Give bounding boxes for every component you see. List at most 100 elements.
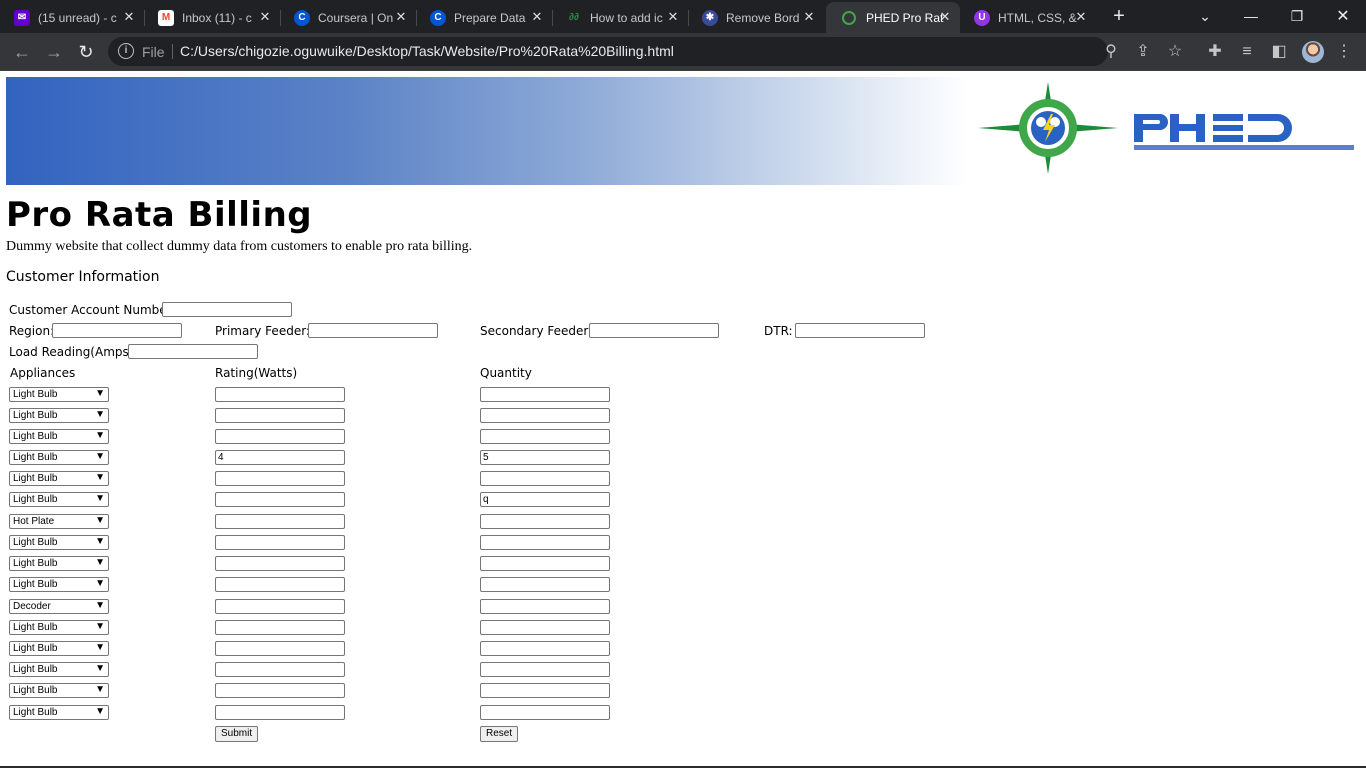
appliance-select[interactable]: Light Bulb ▼ — [9, 705, 109, 720]
close-icon[interactable]: ✕ — [122, 10, 136, 24]
rating-field[interactable] — [215, 387, 345, 402]
rating-field[interactable] — [215, 429, 345, 444]
extensions-icon[interactable]: ✚ — [1205, 42, 1225, 62]
tab-gmail[interactable]: M Inbox (11) - c ✕ — [144, 2, 281, 33]
appliance-select[interactable]: Light Bulb ▼ — [9, 577, 109, 592]
submit-button[interactable]: Submit — [215, 726, 259, 742]
quantity-field[interactable] — [480, 705, 610, 720]
quantity-field[interactable] — [480, 387, 610, 402]
quantity-field[interactable] — [480, 641, 610, 656]
rating-field[interactable] — [215, 662, 345, 677]
quantity-field[interactable] — [480, 620, 610, 635]
close-icon[interactable]: ✕ — [938, 10, 952, 24]
rating-field[interactable] — [215, 577, 345, 592]
omnibox-divider — [172, 44, 173, 59]
menu-kebab-icon[interactable]: ⋮ — [1334, 42, 1354, 62]
close-icon[interactable]: ✕ — [394, 10, 408, 24]
tab-yahoo-mail[interactable]: ✉ (15 unread) - c ✕ — [0, 2, 145, 33]
rating-field[interactable] — [215, 705, 345, 720]
load-reading-label: Load Reading(Amps): — [9, 345, 138, 359]
quantity-field[interactable] — [480, 514, 610, 529]
quantity-field[interactable] — [480, 662, 610, 677]
appliance-select[interactable]: Light Bulb ▼ — [9, 683, 109, 698]
minimize-icon[interactable]: — — [1228, 0, 1274, 32]
quantity-field[interactable] — [480, 683, 610, 698]
appliance-select[interactable]: Light Bulb ▼ — [9, 450, 109, 465]
primary-feeder-label: Primary Feeder: — [215, 324, 310, 338]
close-icon[interactable]: ✕ — [1074, 10, 1088, 24]
load-reading-field[interactable] — [128, 344, 258, 359]
profile-avatar[interactable] — [1302, 41, 1324, 63]
appliance-select[interactable]: Light Bulb ▼ — [9, 620, 109, 635]
tab-w3[interactable]: U HTML, CSS, & ✕ — [960, 2, 1096, 33]
section-title: Customer Information — [6, 269, 160, 285]
reset-button[interactable]: Reset — [480, 726, 519, 742]
restore-icon[interactable]: ❐ — [1274, 0, 1320, 32]
quantity-field[interactable] — [480, 535, 610, 550]
back-icon[interactable]: ← — [10, 40, 34, 64]
rating-field[interactable] — [215, 620, 345, 635]
quantity-field[interactable]: 5 — [480, 450, 610, 465]
appliance-select[interactable]: Light Bulb ▼ — [9, 641, 109, 656]
rating-field[interactable]: 4 — [215, 450, 345, 465]
rating-field[interactable] — [215, 492, 345, 507]
appliance-select[interactable]: Light Bulb ▼ — [9, 408, 109, 423]
appliance-select[interactable]: Light Bulb ▼ — [9, 387, 109, 402]
info-icon[interactable]: i — [118, 43, 134, 59]
tab-search-chevron-icon[interactable]: ⌄ — [1182, 0, 1228, 32]
rating-field[interactable] — [215, 514, 345, 529]
tab-coursera-prepare[interactable]: C Prepare Data ✕ — [416, 2, 553, 33]
appliance-select[interactable]: Decoder ▼ — [9, 599, 109, 614]
close-window-icon[interactable]: ✕ — [1320, 0, 1366, 32]
url-text[interactable]: C:/Users/chigozie.oguwuike/Desktop/Task/… — [180, 43, 674, 59]
rating-field[interactable] — [215, 683, 345, 698]
reload-icon[interactable]: ↻ — [74, 40, 98, 64]
quantity-field[interactable] — [480, 408, 610, 423]
rating-field[interactable] — [215, 599, 345, 614]
rating-field[interactable] — [215, 471, 345, 486]
rating-field[interactable] — [215, 641, 345, 656]
close-icon[interactable]: ✕ — [530, 10, 544, 24]
tab-phed-active[interactable]: PHED Pro Rat ✕ — [826, 2, 960, 33]
share-icon[interactable]: ⇪ — [1133, 42, 1153, 62]
close-icon[interactable]: ✕ — [802, 10, 816, 24]
forward-icon[interactable]: → — [42, 40, 66, 64]
quantity-field[interactable] — [480, 471, 610, 486]
appliance-select-value: Light Bulb — [13, 579, 58, 590]
secondary-feeder-field[interactable] — [589, 323, 719, 338]
dtr-field[interactable] — [795, 323, 925, 338]
close-icon[interactable]: ✕ — [258, 10, 272, 24]
appliance-select[interactable]: Light Bulb ▼ — [9, 556, 109, 571]
tab-remove-border[interactable]: ✱ Remove Bord ✕ — [688, 2, 824, 33]
appliance-select-value: Light Bulb — [13, 643, 58, 654]
media-control-icon[interactable]: ≡ — [1237, 42, 1257, 62]
appliance-select[interactable]: Hot Plate ▼ — [9, 514, 109, 529]
close-icon[interactable]: ✕ — [666, 10, 680, 24]
tab-coursera[interactable]: C Coursera | On ✕ — [280, 2, 417, 33]
primary-feeder-field[interactable] — [308, 323, 438, 338]
appliance-select[interactable]: Light Bulb ▼ — [9, 662, 109, 677]
quantity-field[interactable] — [480, 599, 610, 614]
rating-field[interactable] — [215, 535, 345, 550]
quantity-field[interactable]: q — [480, 492, 610, 507]
rating-field[interactable] — [215, 408, 345, 423]
bookmark-star-icon[interactable]: ☆ — [1165, 42, 1185, 62]
rating-field[interactable] — [215, 556, 345, 571]
tab-title: How to add ic — [590, 10, 663, 25]
quantity-field[interactable] — [480, 429, 610, 444]
appliance-select[interactable]: Light Bulb ▼ — [9, 535, 109, 550]
tab-geeksforgeeks[interactable]: ∂∂ How to add ic ✕ — [552, 2, 689, 33]
side-panel-icon[interactable]: ◧ — [1269, 42, 1289, 62]
appliance-select[interactable]: Light Bulb ▼ — [9, 429, 109, 444]
address-bar[interactable]: i File C:/Users/chigozie.oguwuike/Deskto… — [108, 37, 1108, 66]
appliance-select[interactable]: Light Bulb ▼ — [9, 492, 109, 507]
quantity-field[interactable] — [480, 556, 610, 571]
account-number-field[interactable] — [162, 302, 292, 317]
appliance-select-value: Light Bulb — [13, 537, 58, 548]
appliance-select[interactable]: Light Bulb ▼ — [9, 471, 109, 486]
zoom-icon[interactable]: ⚲ — [1101, 42, 1121, 62]
appliance-select-value: Light Bulb — [13, 452, 58, 463]
region-field[interactable] — [52, 323, 182, 338]
new-tab-icon[interactable]: + — [1108, 6, 1130, 28]
quantity-field[interactable] — [480, 577, 610, 592]
